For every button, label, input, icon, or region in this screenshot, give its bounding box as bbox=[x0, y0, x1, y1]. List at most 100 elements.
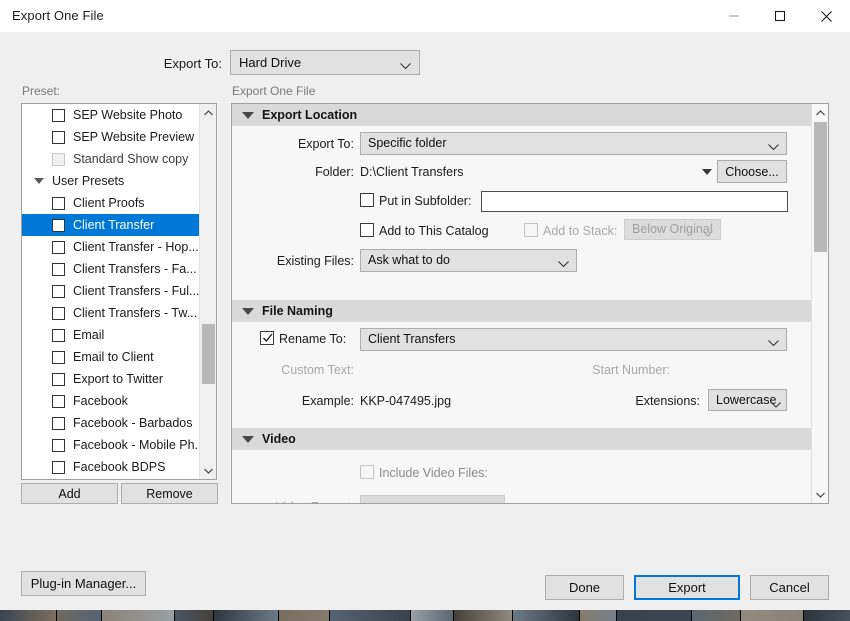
filmstrip-thumbnail bbox=[102, 610, 175, 621]
preset-list-item[interactable]: Facebook - Barbados bbox=[22, 412, 200, 434]
preset-list-item[interactable]: SEP Website Photo bbox=[22, 104, 200, 126]
put-in-subfolder-checkbox[interactable] bbox=[360, 193, 374, 207]
minimize-button[interactable] bbox=[711, 0, 757, 32]
preset-list-item[interactable]: Client Transfer - Hop... bbox=[22, 236, 200, 258]
folder-value: D:\Client Transfers bbox=[360, 165, 464, 179]
preset-checkbox[interactable] bbox=[52, 284, 65, 298]
preset-checkbox[interactable] bbox=[52, 306, 65, 320]
preset-list-items: SEP Website Photo SEP Website Preview Stan… bbox=[22, 104, 205, 478]
preset-checkbox[interactable] bbox=[52, 328, 65, 342]
scroll-down-button[interactable] bbox=[812, 486, 828, 503]
cancel-button[interactable]: Cancel bbox=[750, 575, 829, 600]
preset-list-scrollbar[interactable] bbox=[199, 104, 216, 479]
preset-list-item[interactable]: SEP Website Preview bbox=[22, 126, 200, 148]
chevron-down-icon bbox=[400, 59, 411, 73]
export-button[interactable]: Export bbox=[634, 575, 740, 600]
section-body-export-location: Export To: Specific folder Folder: D:\Cl… bbox=[232, 126, 811, 300]
scroll-down-button[interactable] bbox=[200, 462, 216, 479]
chevron-down-icon bbox=[703, 226, 713, 240]
preset-item-label: SEP Website Photo bbox=[73, 108, 183, 122]
preset-list-item[interactable]: Client Transfers - Ful... bbox=[22, 280, 200, 302]
subfolder-name-input[interactable] bbox=[481, 191, 788, 212]
folder-history-dropdown-icon[interactable] bbox=[702, 169, 712, 175]
extensions-select[interactable]: Lowercase bbox=[708, 389, 787, 411]
settings-scrollbar[interactable] bbox=[811, 104, 828, 503]
preset-checkbox[interactable] bbox=[52, 262, 65, 276]
preset-list-item[interactable]: Facebook - Mobile Ph... bbox=[22, 434, 205, 456]
top-export-to-select[interactable]: Hard Drive bbox=[230, 50, 420, 75]
preset-checkbox[interactable] bbox=[52, 130, 65, 144]
include-video-files-checkbox[interactable] bbox=[360, 465, 374, 479]
collapse-triangle-icon bbox=[242, 307, 254, 315]
preset-checkbox[interactable] bbox=[52, 196, 65, 210]
rename-to-value: Client Transfers bbox=[368, 332, 456, 346]
preset-item-label: Client Transfers - Tw... bbox=[73, 306, 198, 320]
preset-list[interactable]: SEP Website Photo SEP Website Preview Stan… bbox=[21, 103, 217, 480]
preset-checkbox[interactable] bbox=[52, 108, 65, 122]
preset-checkbox[interactable] bbox=[52, 372, 65, 386]
preset-checkbox[interactable] bbox=[52, 394, 65, 408]
section-header-video[interactable]: Video bbox=[232, 428, 811, 450]
preset-list-item[interactable]: Standard Show copy bbox=[22, 148, 200, 170]
preset-checkbox[interactable] bbox=[52, 416, 65, 430]
filmstrip-thumbnail bbox=[804, 610, 850, 621]
export-dialog-window: Export One File Export To: Hard Drive Pr… bbox=[0, 0, 850, 610]
export-to-select[interactable]: Specific folder bbox=[360, 132, 787, 155]
done-button[interactable]: Done bbox=[545, 575, 624, 600]
maximize-button[interactable] bbox=[757, 0, 803, 32]
section-header-file-naming[interactable]: File Naming bbox=[232, 300, 811, 322]
preset-caption: Preset: bbox=[22, 84, 61, 98]
rename-to-select[interactable]: Client Transfers bbox=[360, 328, 787, 351]
settings-panel-caption: Export One File bbox=[232, 84, 316, 98]
window-title: Export One File bbox=[12, 8, 104, 23]
chevron-down-icon bbox=[768, 140, 779, 154]
preset-list-item[interactable]: Client Transfers - Tw... bbox=[22, 302, 200, 324]
folder-label: Folder: bbox=[315, 165, 354, 179]
preset-list-item[interactable]: Client Transfers - Fa... bbox=[22, 258, 200, 280]
scrollbar-thumb[interactable] bbox=[814, 122, 827, 252]
preset-list-item[interactable]: Client Transfer bbox=[22, 214, 200, 236]
preset-item-label: User Presets bbox=[52, 174, 125, 188]
preset-item-label: Facebook bbox=[73, 394, 128, 408]
preset-item-label: Facebook - Barbados bbox=[73, 416, 193, 430]
collapse-triangle-icon[interactable] bbox=[34, 178, 44, 184]
preset-item-label: Facebook BDPS bbox=[73, 460, 166, 474]
scroll-up-button[interactable] bbox=[812, 104, 828, 121]
checkmark-icon bbox=[262, 332, 274, 347]
preset-list-item[interactable]: Email bbox=[22, 324, 200, 346]
chevron-down-icon bbox=[487, 502, 497, 503]
add-preset-button[interactable]: Add bbox=[21, 483, 118, 504]
close-button[interactable] bbox=[803, 0, 849, 32]
preset-list-item[interactable]: Facebook bbox=[22, 390, 200, 412]
scrollbar-thumb[interactable] bbox=[202, 324, 215, 384]
preset-checkbox[interactable] bbox=[52, 460, 65, 474]
preset-checkbox[interactable] bbox=[52, 218, 65, 232]
plugin-manager-button[interactable]: Plug-in Manager... bbox=[21, 571, 146, 596]
maximize-icon bbox=[774, 10, 786, 22]
existing-files-select[interactable]: Ask what to do bbox=[360, 249, 577, 272]
section-title-file-naming: File Naming bbox=[262, 304, 333, 318]
preset-checkbox[interactable] bbox=[52, 152, 65, 166]
background-filmstrip bbox=[0, 610, 850, 621]
filmstrip-thumbnail bbox=[330, 610, 411, 621]
remove-preset-button[interactable]: Remove bbox=[121, 483, 218, 504]
filmstrip-thumbnail bbox=[741, 610, 804, 621]
choose-folder-button[interactable]: Choose... bbox=[717, 160, 787, 183]
preset-checkbox[interactable] bbox=[52, 240, 65, 254]
video-format-label: Video Format: bbox=[232, 500, 354, 503]
preset-checkbox[interactable] bbox=[52, 350, 65, 364]
preset-item-label: Email bbox=[73, 328, 105, 342]
preset-list-item[interactable]: Client Proofs bbox=[22, 192, 200, 214]
preset-checkbox[interactable] bbox=[52, 438, 65, 452]
include-video-files-label: Include Video Files: bbox=[379, 466, 488, 480]
preset-list-item[interactable]: User Presets bbox=[22, 170, 200, 192]
add-to-catalog-checkbox[interactable] bbox=[360, 223, 374, 237]
preset-list-item[interactable]: Email to Client bbox=[22, 346, 200, 368]
preset-list-item[interactable]: Export to Twitter bbox=[22, 368, 200, 390]
top-export-to-label: Export To: bbox=[163, 56, 222, 71]
preset-list-item[interactable]: Facebook BDPS bbox=[22, 456, 200, 478]
rename-to-checkbox[interactable] bbox=[260, 331, 274, 345]
chevron-down-icon bbox=[558, 257, 569, 271]
section-header-export-location[interactable]: Export Location bbox=[232, 104, 811, 126]
scroll-up-button[interactable] bbox=[200, 104, 216, 121]
